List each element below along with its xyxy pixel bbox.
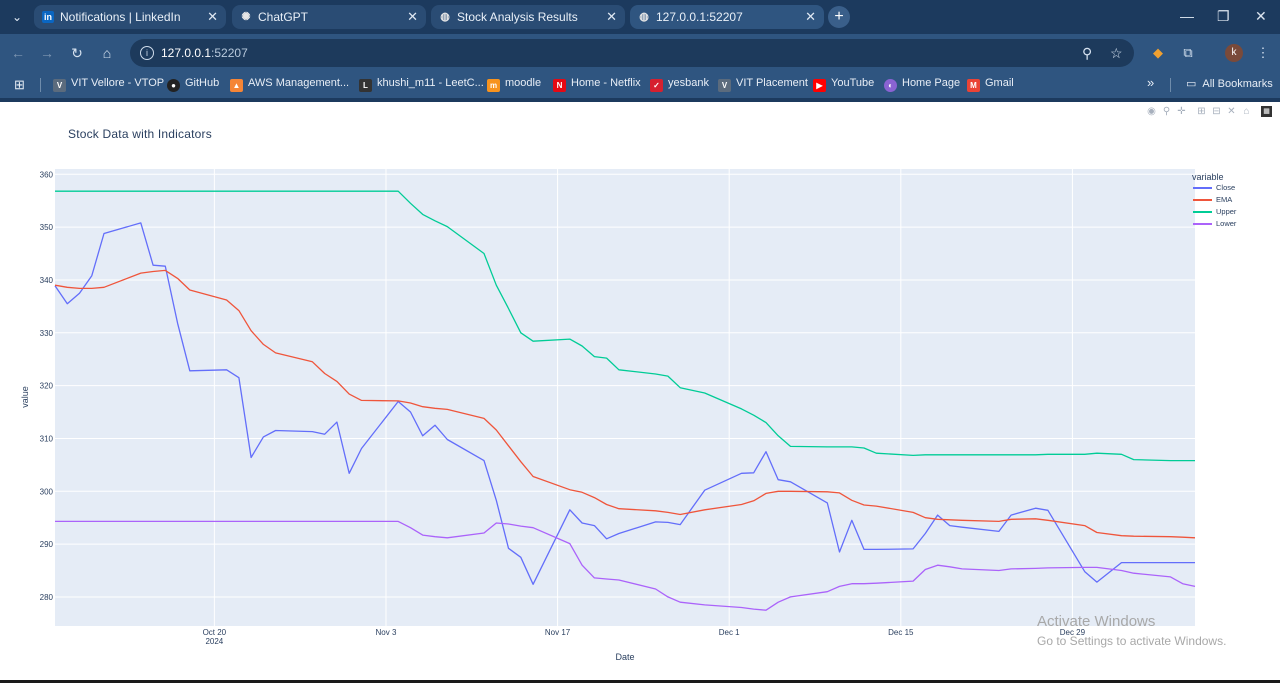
x-tick-label: Dec 15 (888, 628, 914, 637)
legend-item-close[interactable]: Close (1192, 182, 1235, 194)
x-tick-sublabel: 2024 (205, 637, 223, 646)
x-axis-ticks: Oct 202024Nov 3 Nov 17 Dec 1 Dec 15 Dec 29 (203, 628, 1086, 646)
y-tick-label: 290 (40, 540, 54, 549)
stock-line-chart: 280 290 300 310 320 330 340 350 360 Oct 202024 No… (20, 169, 1196, 662)
windows-activation-hint: Go to Settings to activate Windows. (1037, 634, 1227, 648)
y-tick-label: 320 (40, 382, 54, 391)
legend-label: EMA (1216, 195, 1233, 204)
x-tick-label: Nov 3 (376, 628, 397, 637)
legend-item-upper[interactable]: Upper (1192, 206, 1236, 218)
legend-item-lower[interactable]: Lower (1192, 218, 1236, 230)
y-axis-ticks: 280 290 300 310 320 330 340 350 360 (40, 170, 54, 602)
y-tick-label: 350 (40, 223, 54, 232)
y-tick-label: 360 (40, 170, 54, 179)
legend-items: Close EMA Upper Lower (1192, 182, 1236, 230)
x-tick-label: Oct 20 (203, 628, 227, 637)
legend-swatch (1193, 223, 1212, 225)
windows-activation-watermark: Activate Windows (1037, 613, 1156, 630)
x-axis-title: Date (615, 652, 634, 662)
y-axis-title: value (20, 386, 30, 408)
chart-legend: variable Close EMA Upper Lower (1192, 172, 1236, 230)
plot-area (55, 169, 1195, 626)
legend-item-ema[interactable]: EMA (1192, 194, 1232, 206)
y-tick-label: 310 (40, 434, 54, 443)
y-tick-label: 280 (40, 593, 54, 602)
legend-swatch (1193, 187, 1212, 189)
x-tick-label: Nov 17 (545, 628, 571, 637)
legend-label: Lower (1216, 219, 1237, 228)
legend-label: Upper (1216, 207, 1237, 216)
y-tick-label: 330 (40, 329, 54, 338)
legend-label: Close (1216, 183, 1236, 192)
legend-swatch (1193, 211, 1212, 213)
x-tick-label: Dec 1 (719, 628, 740, 637)
legend-swatch (1193, 199, 1212, 201)
y-tick-label: 340 (40, 276, 54, 285)
y-tick-label: 300 (40, 487, 54, 496)
legend-title: variable (1192, 172, 1224, 182)
